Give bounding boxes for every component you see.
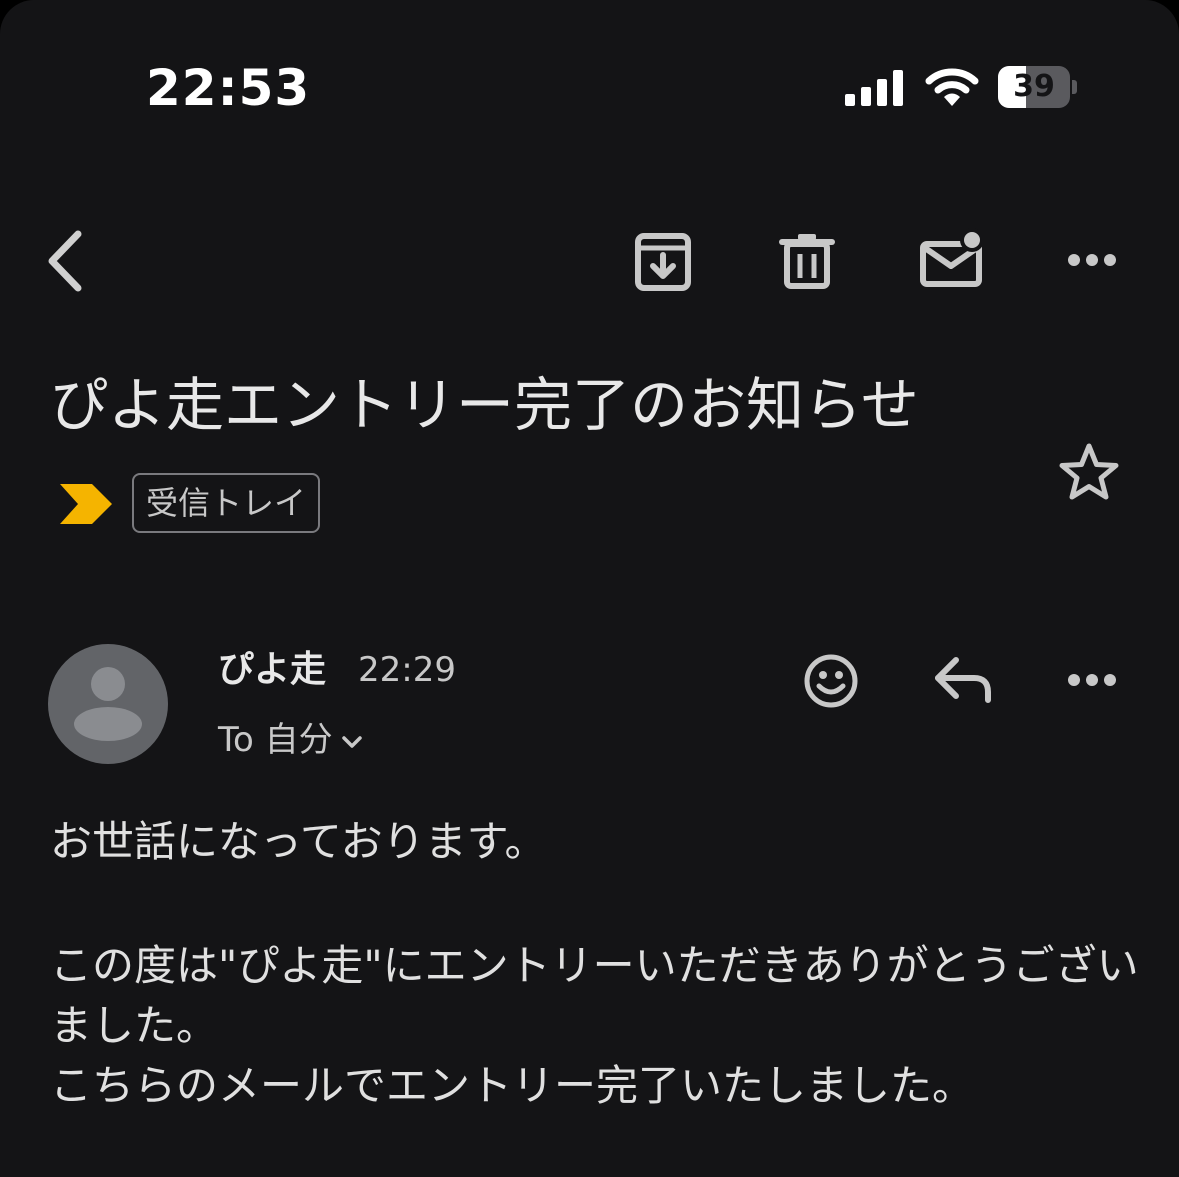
label-inbox[interactable]: 受信トレイ — [132, 473, 321, 533]
chevron-down-icon — [341, 735, 362, 748]
recipient-label: To 自分 — [218, 720, 333, 760]
email-subject: ぴよ走エントリー完了のお知らせ — [50, 371, 919, 439]
reply-icon[interactable] — [930, 652, 996, 708]
person-icon — [74, 667, 142, 741]
more-horizontal-icon[interactable] — [1064, 248, 1120, 272]
importance-marker-icon — [60, 484, 112, 524]
message-time: 22:29 — [358, 650, 456, 690]
star-icon[interactable] — [1056, 440, 1122, 506]
mail-unread-icon[interactable] — [916, 228, 988, 292]
body-greeting: お世話になっております。 — [50, 817, 547, 866]
battery-level: 39 — [1013, 69, 1055, 104]
status-time: 22:53 — [146, 59, 311, 117]
signal-icon — [845, 70, 903, 106]
back-button[interactable] — [40, 226, 96, 296]
body-paragraph: こちらのメールでエントリー完了いたしました。 — [50, 1061, 975, 1110]
battery-icon: 39 — [998, 66, 1077, 108]
sender-name: ぴよ走 — [218, 649, 327, 690]
recipient-details[interactable]: To 自分 — [218, 718, 365, 762]
archive-icon[interactable] — [630, 230, 696, 292]
body-paragraph: この度は"ぴよ走"にエントリーいただきありがとうございました。 — [50, 941, 1139, 1050]
wifi-icon — [925, 68, 979, 106]
message-more-icon[interactable] — [1064, 668, 1120, 692]
emoji-reaction-icon[interactable] — [802, 652, 860, 710]
email-screen: 22:53 39 ぴよ走エントリー完了のお知らせ 受信トレイ ぴよ走 22:29… — [0, 0, 1179, 1177]
avatar[interactable] — [48, 644, 168, 764]
trash-icon[interactable] — [776, 230, 838, 292]
